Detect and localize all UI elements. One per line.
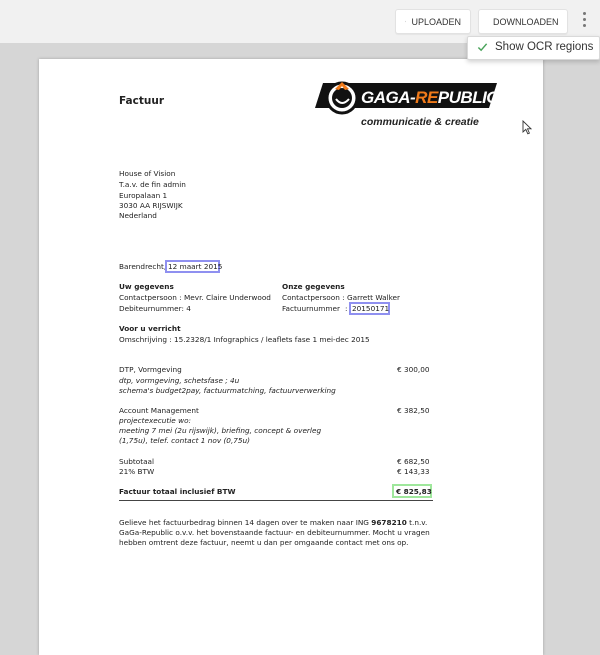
invoice-date: 12 maart 2015 [168, 262, 223, 271]
recipient-line-4: 3030 AA RIJSWIJK [119, 201, 183, 210]
item-1-line-1: dtp, vormgeving, schetsfase ; 4u [119, 376, 240, 385]
company-logo: GAGA-REPUBLIC communicatie & creatie [315, 81, 497, 128]
total-label: Factuur totaal inclusief BTW [119, 487, 236, 496]
checkmark-icon [477, 43, 488, 52]
item-2-amount: € 382,50 [397, 406, 430, 415]
subtotal-label: Subtotaal [119, 457, 155, 466]
payment-note-line-1b: t.n.v. [406, 518, 428, 527]
logo-brand-accent: RE [415, 88, 439, 107]
recipient-line-3: Europalaan 1 [119, 191, 168, 200]
upload-button[interactable]: UPLOADEN [395, 9, 471, 34]
invoice-page: Factuur GAGA-REPUBLIC communicatie & cre… [39, 59, 543, 655]
ocr-regions-toggle[interactable]: Show OCR regions [467, 36, 600, 60]
item-2-title: Account Management [119, 406, 199, 415]
bank-account-number: 9678210 [371, 518, 407, 527]
subtotal-amount: € 682,50 [397, 457, 430, 466]
recipient-line-1: House of Vision [119, 169, 176, 178]
logo-brand-end: PUBLIC [438, 88, 497, 107]
download-label: DOWNLOADEN [493, 16, 559, 27]
logo-tagline: communicatie & creatie [361, 116, 479, 128]
item-1-title: DTP, Vormgeving [119, 365, 182, 374]
invoice-number-label: Factuurnummer [282, 304, 340, 313]
vat-label: 21% BTW [119, 467, 155, 476]
svg-text:GAGA-REPUBLIC: GAGA-REPUBLIC [361, 88, 497, 107]
payment-note-line-1a: Gelieve het factuurbedrag binnen 14 dage… [119, 518, 372, 527]
description-line: Omschrijving : 15.2328/1 Infographics / … [119, 335, 370, 344]
payment-note-line-2: GaGa-Republic o.v.v. het bovenstaande fa… [119, 528, 430, 537]
onze-gegevens-heading: Onze gegevens [282, 282, 345, 291]
payment-note-line-3: hebben omtrent deze factuur, neemt u dan… [119, 538, 409, 547]
more-options-icon[interactable] [578, 12, 590, 34]
upload-label: UPLOADEN [411, 16, 461, 27]
item-1-line-2: schema's budget2pay, factuurmatching, fa… [119, 386, 336, 395]
invoice-number-separator: : [345, 304, 348, 313]
uw-gegevens-heading: Uw gegevens [119, 282, 174, 291]
total-amount: € 825,83 [396, 487, 432, 496]
item-1-amount: € 300,00 [397, 365, 430, 374]
invoice-title: Factuur [119, 95, 165, 107]
total-divider [119, 500, 433, 501]
item-2-line-1: projectexecutie wo: [119, 416, 192, 425]
recipient-line-5: Nederland [119, 211, 157, 220]
client-contact: Contactpersoon : Mevr. Claire Underwood [119, 293, 271, 302]
vat-amount: € 143,33 [397, 467, 430, 476]
recipient-line-2: T.a.v. de fin admin [119, 180, 186, 189]
verricht-heading: Voor u verricht [119, 324, 181, 333]
date-place: Barendrecht, [119, 262, 167, 271]
cloud-upload-icon [405, 21, 407, 22]
debtor-number: Debiteurnummer: 4 [119, 304, 191, 313]
invoice-number: 20150171 [352, 304, 390, 313]
mouse-cursor-icon [522, 120, 532, 135]
logo-brand-main: GAGA- [361, 88, 416, 107]
payment-note-line-1: Gelieve het factuurbedrag binnen 14 dage… [119, 518, 427, 529]
item-2-line-2: meeting 7 mei (2u rijswijk), briefing, c… [119, 426, 322, 435]
ocr-regions-label: Show OCR regions [495, 41, 594, 53]
item-2-line-3: (1,75u), telef. contact 1 nov (0,75u) [119, 436, 251, 445]
download-button[interactable]: DOWNLOADEN [478, 9, 568, 34]
